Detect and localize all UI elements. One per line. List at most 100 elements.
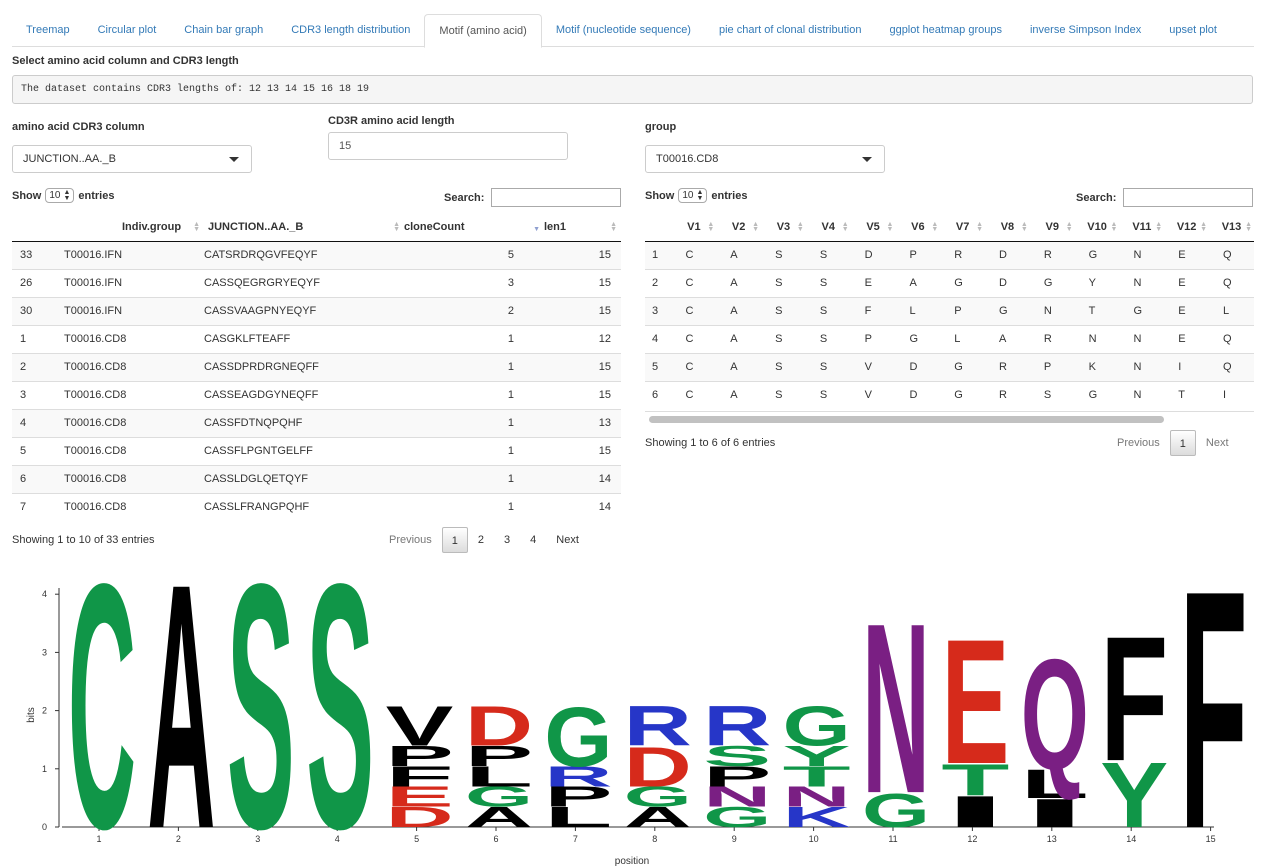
tab-motif-nucleotide-sequence[interactable]: Motif (nucleotide sequence) bbox=[542, 14, 705, 47]
sort-icon: ▲ ▼ bbox=[1020, 221, 1028, 233]
dataset-info-box: The dataset contains CDR3 lengths of: 12… bbox=[12, 75, 1253, 104]
column-header[interactable]: JUNCTION..AA._B ▲ ▼ bbox=[204, 213, 404, 242]
table-row[interactable]: 4CASSPGLARNNEQ bbox=[645, 324, 1254, 353]
table-cell: G bbox=[895, 324, 941, 353]
right-entries-select[interactable]: 10 ▲ ▼ bbox=[678, 188, 708, 203]
page-button[interactable]: 4 bbox=[520, 527, 546, 553]
table-row[interactable]: 4 T00016.CD8 CASSFDTNQPQHF 1 13 bbox=[12, 408, 621, 437]
table-cell: D bbox=[850, 240, 896, 269]
table-cell: C bbox=[671, 240, 717, 269]
next-page-button[interactable]: Next bbox=[1196, 430, 1239, 456]
column-header[interactable]: V13 ▲ ▼ bbox=[1209, 213, 1254, 242]
table-row[interactable]: 2 T00016.CD8 CASSDPRDRGNEQFF 1 15 bbox=[12, 352, 621, 381]
column-header[interactable]: cloneCount ▼ bbox=[404, 213, 544, 242]
right-length-control: Show 10 ▲ ▼ entries bbox=[645, 188, 747, 203]
table-row[interactable]: 5CASSVDGRPKNIQ bbox=[645, 352, 1254, 381]
tab-inverse-simpson-index[interactable]: inverse Simpson Index bbox=[1016, 14, 1155, 47]
column-header[interactable]: V11 ▲ ▼ bbox=[1119, 213, 1165, 242]
page-button[interactable]: 2 bbox=[468, 527, 494, 553]
column-header[interactable]: V8 ▲ ▼ bbox=[985, 213, 1030, 242]
table-row[interactable]: 1 T00016.CD8 CASGKLFTEAFF 1 12 bbox=[12, 324, 621, 353]
table-cell: S bbox=[805, 352, 851, 381]
column-header[interactable]: Indiv.group ▲ ▼ bbox=[64, 213, 204, 242]
right-search-input[interactable] bbox=[1123, 188, 1253, 207]
table-row[interactable]: 33 T00016.IFN CATSRDRQGVFEQYF 5 15 bbox=[12, 240, 621, 269]
table-header-row: Indiv.group ▲ ▼ JUNCTION..AA._B ▲ ▼ cloneCount… bbox=[12, 213, 621, 242]
table-cell: I bbox=[1164, 352, 1210, 381]
table-row[interactable]: 26 T00016.IFN CASSQEGRGRYEQYF 3 15 bbox=[12, 268, 621, 297]
column-header-label: V8 bbox=[1000, 220, 1015, 233]
table-cell: T00016.CD8 bbox=[64, 492, 204, 521]
aa-column-select[interactable]: JUNCTION..AA._B bbox=[12, 145, 252, 173]
tab-cdr3-length-distribution[interactable]: CDR3 length distribution bbox=[277, 14, 424, 47]
table-cell: N bbox=[1074, 324, 1120, 353]
table-row[interactable]: 2CASSEAGDGYNEQ bbox=[645, 268, 1254, 297]
left-search-input[interactable] bbox=[491, 188, 621, 207]
column-header[interactable]: V12 ▲ ▼ bbox=[1164, 213, 1210, 242]
column-header-label: V11 bbox=[1132, 220, 1152, 233]
logo-letter-g: G bbox=[783, 694, 851, 758]
table-cell: 14 bbox=[544, 492, 621, 521]
table-row[interactable]: 3 T00016.CD8 CASSEAGDGYNEQFF 1 15 bbox=[12, 380, 621, 409]
tab-treemap[interactable]: Treemap bbox=[12, 14, 84, 47]
column-header-label: V1 bbox=[687, 220, 701, 233]
column-header-label: len1 bbox=[544, 220, 567, 233]
y-tick-label: 1 bbox=[42, 764, 47, 774]
column-header-label: V10 bbox=[1087, 220, 1107, 233]
tab-chain-bar-graph[interactable]: Chain bar graph bbox=[170, 14, 277, 47]
table-row[interactable]: 5 T00016.CD8 CASSFLPGNTGELFF 1 15 bbox=[12, 436, 621, 465]
sort-desc-icon: ▼ bbox=[533, 226, 540, 233]
table-cell: A bbox=[716, 268, 762, 297]
table-cell: E bbox=[1164, 296, 1210, 325]
column-header[interactable]: V1 ▲ ▼ bbox=[671, 213, 717, 242]
column-header[interactable]: V5 ▲ ▼ bbox=[850, 213, 896, 242]
table-cell: T bbox=[1164, 380, 1210, 409]
clone-table: Indiv.group ▲ ▼ JUNCTION..AA._B ▲ ▼ cloneCount… bbox=[12, 213, 621, 521]
tab-motif-amino-acid[interactable]: Motif (amino acid) bbox=[424, 14, 542, 48]
table-row[interactable]: 6 T00016.CD8 CASSLDGLQETQYF 1 14 bbox=[12, 464, 621, 493]
tab-ggplot-heatmap-groups[interactable]: ggplot heatmap groups bbox=[875, 14, 1016, 47]
length-input[interactable]: 15 bbox=[328, 132, 568, 160]
table-cell: CASGKLFTEAFF bbox=[204, 324, 404, 353]
previous-page-button[interactable]: Previous bbox=[1107, 430, 1170, 456]
scrollbar-thumb[interactable] bbox=[649, 416, 1164, 423]
table-cell: 13 bbox=[544, 408, 621, 437]
next-page-button[interactable]: Next bbox=[546, 527, 589, 553]
table-row[interactable]: 7 T00016.CD8 CASSLFRANGPQHF 1 14 bbox=[12, 492, 621, 521]
x-axis-label: position bbox=[615, 856, 649, 867]
table-cell: E bbox=[850, 268, 896, 297]
page-button[interactable]: 1 bbox=[1169, 430, 1196, 456]
table-row[interactable]: 6CASSVDGRSGNTI bbox=[645, 380, 1254, 409]
column-header[interactable]: V10 ▲ ▼ bbox=[1074, 213, 1120, 242]
group-select[interactable]: T00016.CD8 bbox=[645, 145, 885, 173]
left-entries-select[interactable]: 10 ▲ ▼ bbox=[45, 188, 75, 203]
page-button[interactable]: 1 bbox=[441, 527, 468, 553]
column-header[interactable]: V7 ▲ ▼ bbox=[940, 213, 986, 242]
table-row[interactable]: 30 T00016.IFN CASSVAAGPNYEQYF 2 15 bbox=[12, 296, 621, 325]
column-header-label: V4 bbox=[821, 220, 835, 233]
column-header[interactable]: V2 ▲ ▼ bbox=[716, 213, 762, 242]
table-cell: V bbox=[850, 380, 896, 409]
table-cell: 14 bbox=[544, 464, 621, 493]
entries-label: entries bbox=[78, 189, 115, 202]
column-header[interactable]: V3 ▲ ▼ bbox=[761, 213, 806, 242]
table-cell: 6 bbox=[12, 464, 64, 493]
column-header[interactable]: V9 ▲ ▼ bbox=[1029, 213, 1075, 242]
previous-page-button[interactable]: Previous bbox=[379, 527, 442, 553]
column-header[interactable]: len1 ▲ ▼ bbox=[544, 213, 621, 242]
column-header-label: V6 bbox=[911, 220, 925, 233]
tab-pie-chart-of-clonal-distribution[interactable]: pie chart of clonal distribution bbox=[705, 14, 875, 47]
tab-upset-plot[interactable]: upset plot bbox=[1155, 14, 1231, 47]
column-header[interactable]: V4 ▲ ▼ bbox=[805, 213, 851, 242]
table-row[interactable]: 3CASSFLPGNTGEL bbox=[645, 296, 1254, 325]
table-cell: C bbox=[671, 352, 717, 381]
column-header[interactable]: V6 ▲ ▼ bbox=[895, 213, 941, 242]
logo-letter-r: R bbox=[624, 695, 692, 758]
horizontal-scrollbar[interactable] bbox=[645, 411, 1254, 425]
tab-circular-plot[interactable]: Circular plot bbox=[84, 14, 171, 47]
table-cell: G bbox=[940, 380, 986, 409]
table-row[interactable]: 1CASSDPRDRGNEQ bbox=[645, 240, 1254, 269]
x-tick-label: 6 bbox=[493, 834, 498, 844]
column-header-label: V5 bbox=[866, 220, 880, 233]
page-button[interactable]: 3 bbox=[494, 527, 520, 553]
